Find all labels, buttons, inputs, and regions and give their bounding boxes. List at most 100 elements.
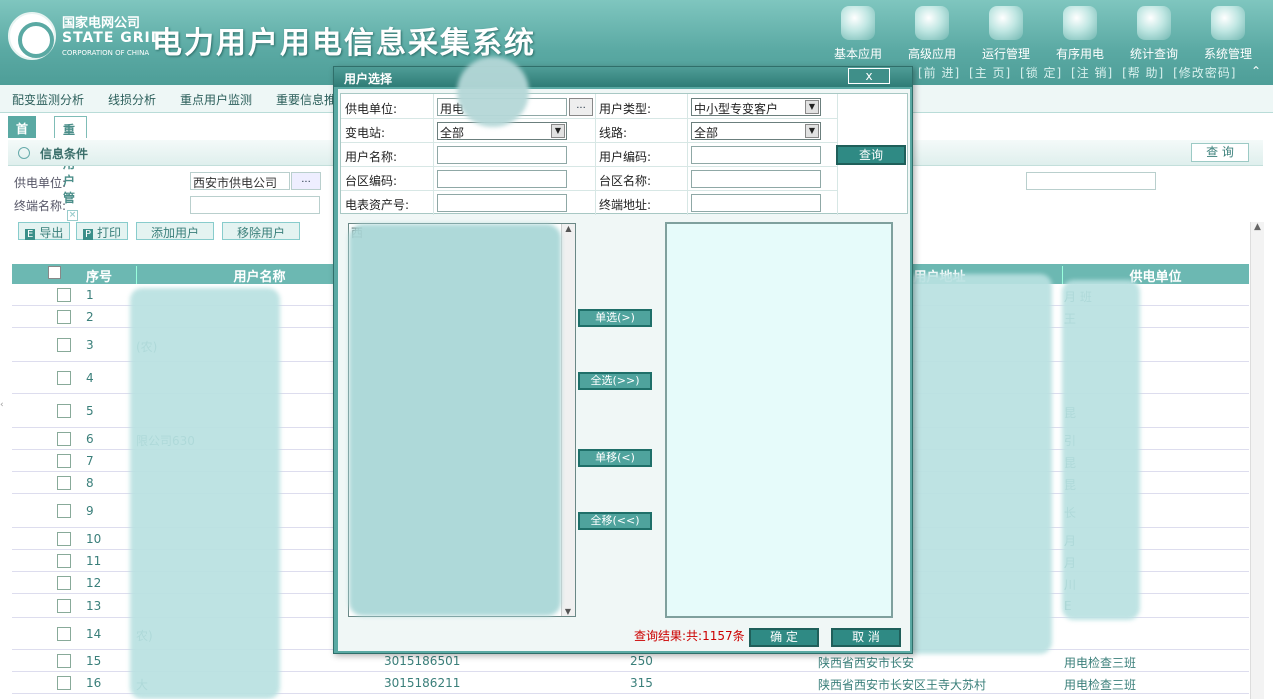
expand-icon[interactable] [18, 147, 30, 159]
remove-user-button[interactable]: 移除用户 [222, 222, 300, 240]
row-no: 3 [86, 338, 94, 352]
tab-key-user[interactable]: 重点用户管× [54, 116, 87, 221]
dlg-query-button[interactable]: 查询 [836, 145, 906, 165]
row-checkbox[interactable] [57, 404, 71, 418]
row-checkbox[interactable] [57, 476, 71, 490]
terminal-name-label: 终端名称: [14, 199, 67, 213]
map-icon [1211, 6, 1245, 40]
dlg-area-code-label: 台区编码: [345, 174, 398, 188]
link-change-password[interactable]: [修改密码] [1173, 66, 1236, 80]
row-supply-unit: 用电检查三班 [1064, 656, 1137, 670]
row-checkbox[interactable] [57, 371, 71, 385]
select-value: 全部 [440, 126, 465, 140]
user-select-dialog: 用户选择 x 供电单位: 用电 ... 用户类型: 中小型专变客户 ▼ 变电站: … [333, 57, 913, 654]
selected-user-list[interactable] [665, 222, 893, 618]
subnav-transformer[interactable]: 配变监测分析 [12, 91, 84, 108]
remove-all-button[interactable]: 全移(<<) [578, 512, 652, 530]
cancel-button[interactable]: 取 消 [831, 628, 901, 647]
chart-icon [1063, 6, 1097, 40]
dlg-area-name-field[interactable] [691, 170, 821, 188]
row-checkbox[interactable] [57, 454, 71, 468]
row-checkbox[interactable] [57, 310, 71, 324]
dlg-usercode-label: 用户编码: [599, 150, 652, 164]
nav-label: 高级应用 [907, 47, 956, 61]
candidate-user-list[interactable]: 西 ▲▼ [348, 223, 576, 617]
dlg-supply-picker-button[interactable]: ... [569, 98, 593, 116]
redacted-block [457, 57, 529, 127]
dlg-supply-label: 供电单位: [345, 102, 398, 116]
nav-advanced[interactable]: 高级应用 [895, 4, 969, 62]
row-checkbox[interactable] [57, 576, 71, 590]
link-lock[interactable]: [锁 定] [1020, 66, 1062, 80]
select-all-checkbox[interactable] [46, 266, 62, 284]
subnav-line-loss[interactable]: 线损分析 [108, 91, 156, 108]
row-checkbox[interactable] [57, 627, 71, 641]
dlg-username-field[interactable] [437, 146, 567, 164]
chevron-down-icon: ▼ [805, 100, 819, 114]
link-logout[interactable]: [注 销] [1071, 66, 1113, 80]
row-user-address: 陕西省西安市长安 [818, 656, 915, 670]
print-button[interactable]: P 打印 [76, 222, 129, 240]
panel-query-button[interactable]: 查 询 [1191, 143, 1249, 162]
row-no: 1 [86, 288, 94, 302]
link-help[interactable]: [帮 助] [1122, 66, 1164, 80]
dlg-terminal-addr-label: 终端地址: [599, 198, 652, 212]
row-no: 2 [86, 310, 94, 324]
dlg-terminal-addr-field[interactable] [691, 194, 821, 212]
nav-orderly-power[interactable]: 有序用电 [1043, 4, 1117, 62]
dialog-close-button[interactable]: x [848, 68, 890, 84]
add-user-button[interactable]: 添加用户 [136, 222, 214, 240]
dialog-title-text: 用户选择 [344, 72, 393, 86]
supply-unit-picker-button[interactable]: ... [291, 172, 321, 190]
supply-unit-field[interactable]: 西安市供电公司 [190, 172, 290, 190]
tab-home[interactable]: 首页 [8, 116, 37, 153]
subnav-important-info[interactable]: 重要信息推 [276, 91, 336, 108]
right-condition-field[interactable] [1026, 172, 1156, 190]
dlg-area-code-field[interactable] [437, 170, 567, 188]
row-no: 7 [86, 454, 94, 468]
gear-icon [989, 6, 1023, 40]
select-all-button[interactable]: 全选(>>) [578, 372, 652, 390]
subnav-key-user[interactable]: 重点用户监测 [180, 91, 252, 108]
dlg-usertype-select[interactable]: 中小型专变客户 ▼ [691, 98, 821, 116]
row-no: 11 [86, 554, 102, 568]
page-scrollbar[interactable]: ▲ [1250, 222, 1264, 699]
supply-unit-label: 供电单位: [14, 176, 67, 190]
dlg-meter-label: 电表资产号: [345, 198, 410, 212]
company-sub: CORPORATION OF CHINA [62, 49, 150, 57]
company-cn: 国家电网公司 [62, 16, 141, 31]
row-checkbox[interactable] [57, 432, 71, 446]
row-checkbox[interactable] [57, 599, 71, 613]
terminal-name-field[interactable] [190, 196, 320, 214]
list-scrollbar[interactable]: ▲ ▼ [561, 224, 575, 616]
row-no: 8 [86, 476, 94, 490]
company-en: STATE GRID [62, 30, 164, 46]
nav-label: 基本应用 [833, 47, 882, 61]
row-checkbox[interactable] [57, 676, 71, 690]
state-grid-logo-icon [8, 12, 56, 60]
dlg-usercode-field[interactable] [691, 146, 821, 164]
single-select-button[interactable]: 单选(>) [578, 309, 652, 327]
select-value: 全部 [694, 126, 719, 140]
dlg-meter-field[interactable] [437, 194, 567, 212]
row-checkbox[interactable] [57, 288, 71, 302]
collapse-icon[interactable]: ⌃ [1251, 64, 1261, 78]
nav-system[interactable]: 系统管理 [1191, 4, 1265, 62]
dlg-line-select[interactable]: 全部 ▼ [691, 122, 821, 140]
row-checkbox[interactable] [57, 654, 71, 668]
export-button[interactable]: E 导出 [18, 222, 71, 240]
row-checkbox[interactable] [57, 338, 71, 352]
confirm-button[interactable]: 确 定 [749, 628, 819, 647]
tab-close-icon[interactable]: × [67, 210, 78, 221]
row-checkbox[interactable] [57, 554, 71, 568]
single-remove-button[interactable]: 单移(<) [578, 449, 652, 467]
row-checkbox[interactable] [57, 504, 71, 518]
nav-basic[interactable]: 基本应用 [821, 4, 895, 62]
nav-operation[interactable]: 运行管理 [969, 4, 1043, 62]
row-checkbox[interactable] [57, 532, 71, 546]
nav-label: 有序用电 [1055, 47, 1104, 61]
left-collapse-icon[interactable]: ‹ [0, 400, 6, 414]
nav-statistics[interactable]: 统计查询 [1117, 4, 1191, 62]
link-forward[interactable]: [前 进] [918, 66, 960, 80]
link-home[interactable]: [主 页] [969, 66, 1011, 80]
